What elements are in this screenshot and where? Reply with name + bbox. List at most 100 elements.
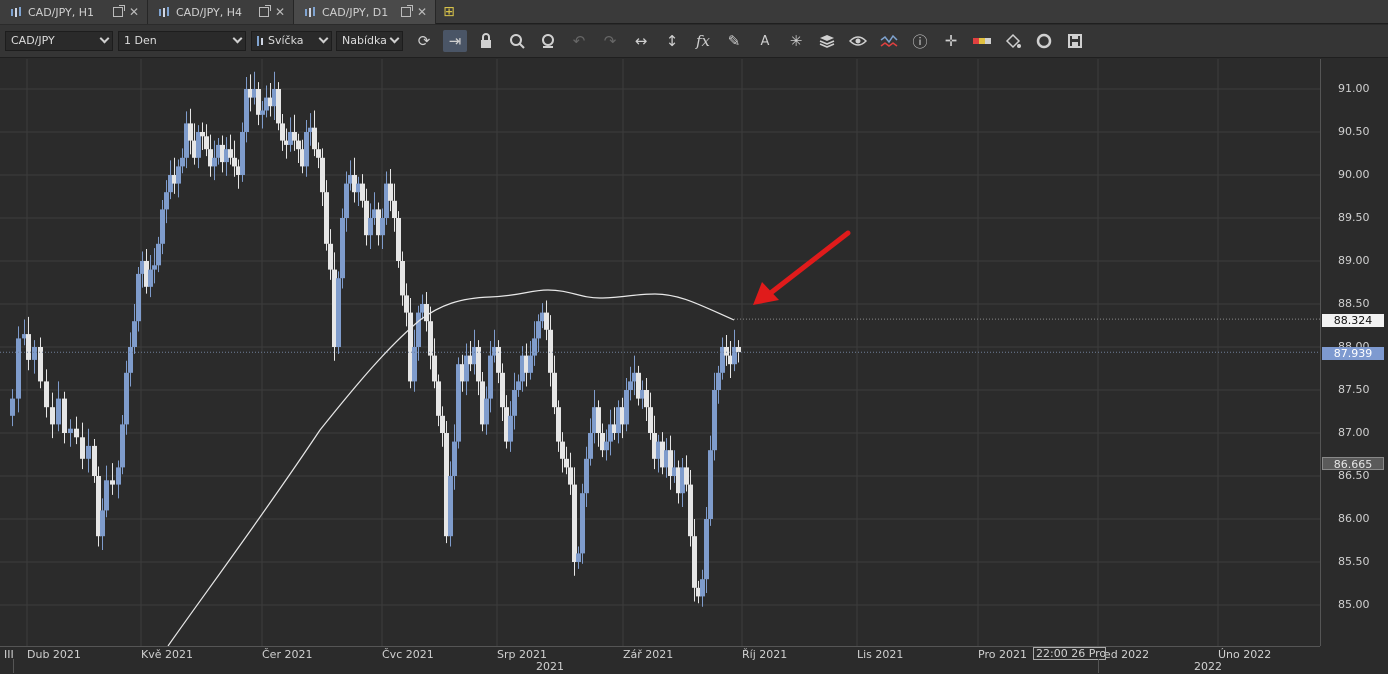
candle-bullish xyxy=(136,273,141,322)
chart-type-select[interactable]: Svíčka xyxy=(251,31,332,51)
tab-label: CAD/JPY, H1 xyxy=(28,5,94,19)
crosshair-time-label: 22:00 26 Pro xyxy=(1033,647,1106,660)
candle-bullish xyxy=(56,398,61,425)
save-icon[interactable] xyxy=(1063,30,1087,52)
candle-bearish xyxy=(548,329,553,373)
candle-bullish xyxy=(716,372,721,390)
scroll-right-icon[interactable]: ⇥ xyxy=(443,30,467,52)
function-icon[interactable]: fx xyxy=(691,30,715,52)
candle-bullish xyxy=(32,347,37,360)
price-label: 87.00 xyxy=(1338,426,1370,439)
candle-bearish xyxy=(500,372,505,408)
indicator-icon[interactable] xyxy=(877,30,901,52)
close-icon[interactable]: ✕ xyxy=(129,6,139,18)
price-label: 87.50 xyxy=(1338,383,1370,396)
candle-bullish xyxy=(336,278,341,347)
candle-bearish xyxy=(232,157,237,167)
eye-icon[interactable] xyxy=(846,30,870,52)
year-divider xyxy=(1098,659,1099,673)
redo-icon[interactable]: ↷ xyxy=(598,30,622,52)
candle-bearish xyxy=(440,415,445,433)
candle-bearish xyxy=(400,261,405,296)
candle-bearish xyxy=(432,355,437,382)
cursor-cross-icon[interactable]: ✛ xyxy=(939,30,963,52)
tab-label: CAD/JPY, H4 xyxy=(176,5,242,19)
text-icon[interactable]: A xyxy=(753,30,777,52)
tab-cadjpy-h1[interactable]: CAD/JPY, H1 ✕ xyxy=(0,0,148,24)
lock-icon[interactable] xyxy=(474,30,498,52)
time-label: Zář 2021 xyxy=(623,648,674,661)
candle-bullish xyxy=(240,132,245,175)
menu-select[interactable]: Nabídka xyxy=(336,31,403,51)
new-chart-icon[interactable]: ⊞ xyxy=(436,0,462,23)
candle-bullish xyxy=(704,519,709,580)
price-label: 90.00 xyxy=(1338,168,1370,181)
symbol-select[interactable]: CAD/JPY xyxy=(5,31,113,51)
candle-bullish xyxy=(156,243,161,266)
vertical-resize-icon[interactable]: ↕ xyxy=(660,30,684,52)
close-icon[interactable]: ✕ xyxy=(417,6,427,18)
time-label: Pro 2021 xyxy=(978,648,1027,661)
year-label: 2022 xyxy=(1194,660,1222,673)
price-chart[interactable] xyxy=(0,59,1388,674)
chevron-down-icon xyxy=(389,33,400,44)
candle-bearish xyxy=(80,437,85,459)
candle-bullish xyxy=(452,441,457,476)
popout-icon[interactable] xyxy=(400,5,413,17)
price-label: 90.50 xyxy=(1338,125,1370,138)
candle-bullish xyxy=(304,132,309,167)
pencil-icon[interactable]: ✎ xyxy=(722,30,746,52)
level-price-tag: 86.665 xyxy=(1322,457,1384,471)
candle-bullish xyxy=(516,381,521,390)
popout-icon[interactable] xyxy=(112,5,125,17)
candle-bullish xyxy=(508,415,513,442)
candle-bullish xyxy=(584,458,589,494)
year-label: 2021 xyxy=(536,660,564,673)
candle-bearish xyxy=(428,321,433,356)
candle-bullish xyxy=(712,390,717,451)
candle-bearish xyxy=(44,381,49,408)
candle-bearish xyxy=(188,123,193,141)
chevron-down-icon xyxy=(99,33,110,44)
candle-bullish xyxy=(100,510,105,537)
candle-bearish xyxy=(396,218,401,261)
candle-bullish xyxy=(588,433,593,459)
price-label: 85.00 xyxy=(1338,598,1370,611)
color-bar-icon[interactable] xyxy=(970,30,994,52)
candle-bearish xyxy=(316,149,321,158)
layers-icon[interactable] xyxy=(815,30,839,52)
candle-bearish xyxy=(320,157,325,193)
popout-icon[interactable] xyxy=(258,5,271,17)
candle-bearish xyxy=(736,347,741,353)
paint-bucket-icon[interactable] xyxy=(1001,30,1025,52)
candle-bullish xyxy=(152,265,157,270)
candle-bearish xyxy=(684,467,689,485)
refresh-icon[interactable]: ⟳ xyxy=(412,30,436,52)
candle-bullish xyxy=(124,372,129,425)
zoom-in-icon[interactable] xyxy=(505,30,529,52)
candle-bearish xyxy=(204,136,209,150)
candle-bearish xyxy=(688,484,693,537)
tab-cadjpy-h4[interactable]: CAD/JPY, H4 ✕ xyxy=(148,0,294,24)
info-icon[interactable]: ⓘ xyxy=(908,30,932,52)
circle-icon[interactable] xyxy=(1032,30,1056,52)
price-label: 91.00 xyxy=(1338,82,1370,95)
undo-icon[interactable]: ↶ xyxy=(567,30,591,52)
chevron-down-icon xyxy=(318,33,329,44)
close-icon[interactable]: ✕ xyxy=(275,6,285,18)
timeframe-select[interactable]: 1 Den xyxy=(118,31,246,51)
candle-bullish xyxy=(128,347,133,373)
candle-bullish xyxy=(176,166,181,184)
candle-bullish xyxy=(512,390,517,416)
horizontal-resize-icon[interactable]: ↔ xyxy=(629,30,653,52)
tab-cadjpy-d1[interactable]: CAD/JPY, D1 ✕ xyxy=(294,0,436,24)
candle-bearish xyxy=(560,441,565,459)
candle-bullish xyxy=(604,441,609,451)
price-label: 86.00 xyxy=(1338,512,1370,525)
candlestick-icon xyxy=(158,6,170,18)
candle-bearish xyxy=(564,458,569,468)
crosshair-star-icon[interactable]: ✳ xyxy=(784,30,808,52)
candle-bearish xyxy=(50,407,55,425)
candle-bearish xyxy=(644,390,649,408)
zoom-out-icon[interactable] xyxy=(536,30,560,52)
